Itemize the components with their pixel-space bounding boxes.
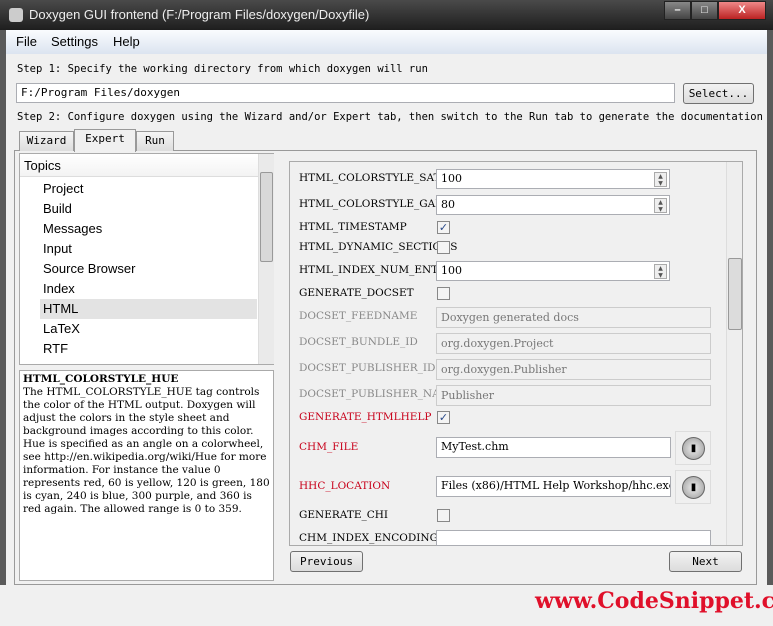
setting-text-disabled: Doxygen generated docs xyxy=(436,307,711,328)
spin-arrows-icon[interactable]: ▲ ▼ xyxy=(654,264,667,279)
setting-label: DOCSET_PUBLISHER_ID xyxy=(299,362,436,374)
setting-file-input[interactable]: MyTest.chm xyxy=(436,437,671,458)
watermark: www.CodeSnippet.cn xyxy=(535,588,773,614)
help-panel: HTML_COLORSTYLE_HUE The HTML_COLORSTYLE_… xyxy=(19,370,274,581)
menu-file[interactable]: File xyxy=(16,34,37,49)
setting-label: CHM_FILE xyxy=(299,441,359,453)
setting-label: DOCSET_FEEDNAME xyxy=(299,310,418,322)
maximize-button[interactable]: □ xyxy=(691,1,718,20)
setting-label: DOCSET_BUNDLE_ID xyxy=(299,336,418,348)
setting-checkbox[interactable] xyxy=(437,241,450,254)
setting-file-input[interactable]: Files (x86)/HTML Help Workshop/hhc.exe xyxy=(436,476,671,497)
setting-text-disabled: org.doxygen.Project xyxy=(436,333,711,354)
topics-header: Topics xyxy=(20,154,258,177)
settings-scrollbar[interactable] xyxy=(726,162,742,545)
menu-bar: File Settings Help xyxy=(6,30,767,54)
spin-value: 100 xyxy=(441,264,462,277)
minimize-button[interactable]: – xyxy=(664,1,691,20)
menu-settings[interactable]: Settings xyxy=(51,34,98,49)
setting-label: CHM_INDEX_ENCODING xyxy=(299,532,438,544)
previous-button[interactable]: Previous xyxy=(290,551,363,572)
help-title: HTML_COLORSTYLE_HUE xyxy=(23,373,179,385)
topic-source-browser[interactable]: Source Browser xyxy=(43,261,135,276)
document-icon: ▮ xyxy=(682,476,705,499)
tab-run[interactable]: Run xyxy=(136,131,174,151)
topic-html[interactable]: HTML xyxy=(43,301,78,316)
topic-latex[interactable]: LaTeX xyxy=(43,321,80,336)
setting-text-disabled: org.doxygen.Publisher xyxy=(436,359,711,380)
setting-label: GENERATE_CHI xyxy=(299,509,389,521)
setting-label: HTML_COLORSTYLE_SAT xyxy=(299,172,441,184)
topics-scrollbar[interactable] xyxy=(258,154,274,364)
scrollbar-thumb[interactable] xyxy=(728,258,742,330)
tab-expert[interactable]: Expert xyxy=(74,129,136,152)
setting-checkbox[interactable]: ✓ xyxy=(437,411,450,424)
spin-arrows-icon[interactable]: ▲ ▼ xyxy=(654,172,667,187)
setting-spinbox[interactable]: 80 ▲ ▼ xyxy=(436,195,670,215)
step1-label: Step 1: Specify the working directory fr… xyxy=(17,63,428,75)
topic-messages[interactable]: Messages xyxy=(43,221,102,236)
spin-value: 80 xyxy=(441,198,455,211)
browse-file-button[interactable]: ▮ xyxy=(675,431,711,465)
setting-checkbox[interactable] xyxy=(437,287,450,300)
setting-label: HTML_DYNAMIC_SECTIONS xyxy=(299,241,458,253)
setting-text-disabled: Publisher xyxy=(436,385,711,406)
topic-project[interactable]: Project xyxy=(43,181,83,196)
menu-help[interactable]: Help xyxy=(113,34,140,49)
close-button[interactable]: X xyxy=(718,1,766,20)
topic-rtf[interactable]: RTF xyxy=(43,341,68,356)
setting-spinbox[interactable]: 100 ▲ ▼ xyxy=(436,261,670,281)
setting-label: GENERATE_DOCSET xyxy=(299,287,414,299)
setting-label: HHC_LOCATION xyxy=(299,480,391,492)
step2-label: Step 2: Configure doxygen using the Wiza… xyxy=(17,111,763,123)
next-button[interactable]: Next xyxy=(669,551,742,572)
setting-label: GENERATE_HTMLHELP xyxy=(299,411,432,423)
select-button[interactable]: Select... xyxy=(683,83,754,104)
spin-value: 100 xyxy=(441,172,462,185)
spin-arrows-icon[interactable]: ▲ ▼ xyxy=(654,198,667,213)
setting-label: HTML_TIMESTAMP xyxy=(299,221,407,233)
topic-input[interactable]: Input xyxy=(43,241,72,256)
window-title: Doxygen GUI frontend (F:/Program Files/d… xyxy=(29,7,370,22)
topic-index[interactable]: Index xyxy=(43,281,75,296)
working-dir-input[interactable]: F:/Program Files/doxygen xyxy=(16,83,675,103)
topic-build[interactable]: Build xyxy=(43,201,72,216)
setting-spinbox[interactable]: 100 ▲ ▼ xyxy=(436,169,670,189)
tab-wizard[interactable]: Wizard xyxy=(19,131,74,151)
setting-checkbox[interactable] xyxy=(437,509,450,522)
setting-text-input[interactable] xyxy=(436,530,711,546)
app-icon xyxy=(9,8,23,22)
document-icon: ▮ xyxy=(682,437,705,460)
help-text: The HTML_COLORSTYLE_HUE tag controls the… xyxy=(23,386,270,515)
setting-checkbox[interactable]: ✓ xyxy=(437,221,450,234)
browse-file-button[interactable]: ▮ xyxy=(675,470,711,504)
setting-label: DOCSET_PUBLISHER_NAME xyxy=(299,388,459,400)
